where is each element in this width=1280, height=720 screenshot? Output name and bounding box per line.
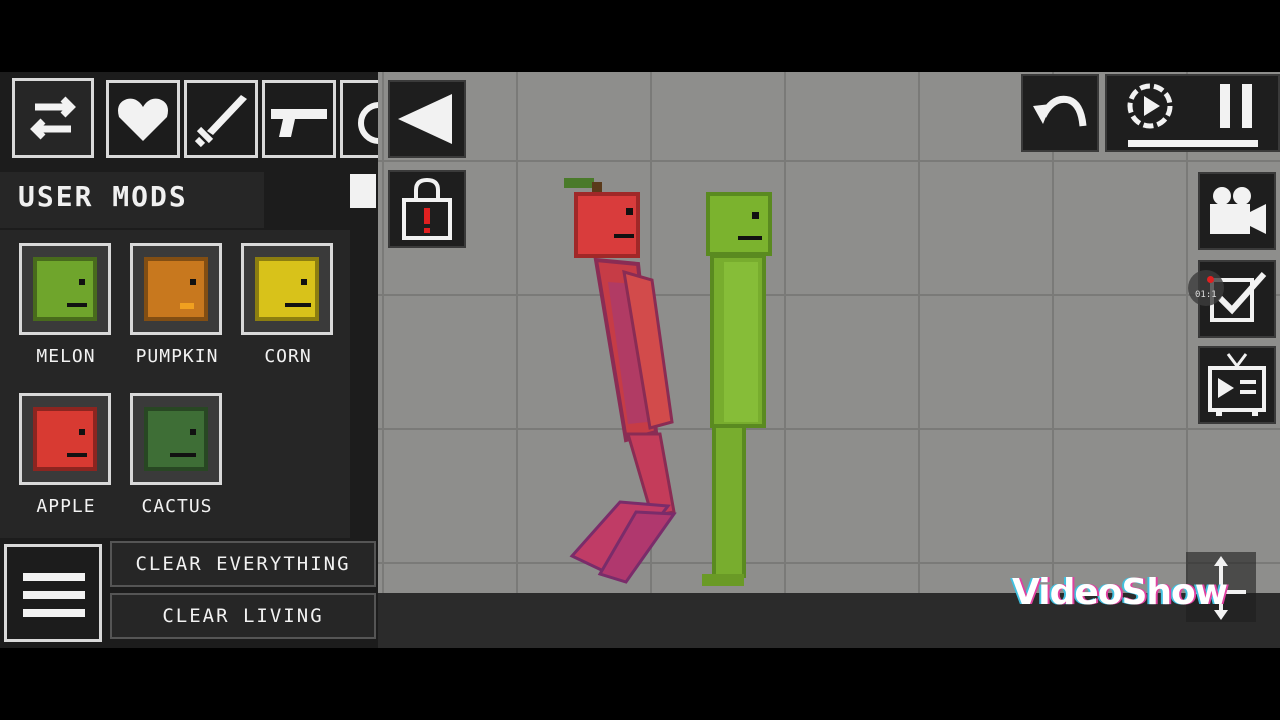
item-corn[interactable] [241, 243, 333, 335]
lock-button[interactable] [388, 170, 466, 248]
triangle-left-icon [398, 94, 452, 144]
camera-icon [1210, 187, 1266, 234]
item-melon[interactable] [19, 243, 111, 335]
camera-button[interactable] [1198, 172, 1276, 250]
melon-leg [712, 424, 746, 578]
item-label-cactus: CACTUS [141, 496, 213, 517]
record-time: 01:1 [1195, 290, 1217, 300]
category-bar [104, 80, 378, 158]
main-menu-button[interactable] [4, 544, 102, 642]
undo-icon [1033, 95, 1087, 127]
undo-button[interactable] [1021, 74, 1099, 152]
category-melee-button[interactable] [184, 80, 258, 158]
letterbox-bottom [0, 648, 1280, 720]
item-label-melon: MELON [36, 346, 96, 367]
clear-living-button[interactable]: CLEAR LIVING [110, 593, 376, 639]
melon-head [706, 192, 772, 256]
melon-head-icon [33, 257, 97, 321]
pause-icon [1220, 84, 1252, 128]
collapse-panel-button[interactable] [388, 80, 466, 158]
category-living-button[interactable] [106, 80, 180, 158]
apple-ragdoll[interactable] [556, 172, 686, 592]
sword-icon [194, 95, 247, 148]
cactus-head-icon [144, 407, 208, 471]
videoshow-watermark: VideoShow [1012, 572, 1228, 613]
item-pumpkin[interactable] [130, 243, 222, 335]
pumpkin-head-icon [144, 257, 208, 321]
record-dot-icon [1207, 276, 1214, 283]
lock-icon [402, 177, 452, 240]
scrollbar-thumb[interactable] [350, 174, 376, 208]
category-firearms-button[interactable] [262, 80, 336, 158]
apple-stem [564, 178, 594, 188]
item-label-apple: APPLE [36, 496, 96, 517]
corn-head-icon [255, 257, 319, 321]
swap-panel-button[interactable] [12, 78, 94, 158]
pause-button[interactable] [1212, 80, 1262, 136]
tv-button[interactable] [1198, 346, 1276, 424]
slow-motion-button[interactable] [1122, 80, 1180, 136]
sandbox-world[interactable] [378, 72, 1280, 648]
heart-icon [118, 98, 168, 141]
clear-everything-button[interactable]: CLEAR EVERYTHING [110, 541, 376, 587]
melon-ragdoll[interactable] [694, 192, 784, 592]
grenade-icon [358, 102, 378, 144]
tv-icon [1208, 353, 1266, 416]
recording-indicator[interactable] [1188, 270, 1224, 306]
item-cactus[interactable] [130, 393, 222, 485]
apple-head-icon [33, 407, 97, 471]
gun-icon [271, 109, 327, 137]
user-mods-title: USER MODS [18, 180, 188, 213]
item-label-pumpkin: PUMPKIN [135, 346, 219, 367]
item-apple[interactable] [19, 393, 111, 485]
apple-head [574, 192, 640, 258]
swap-arrows-icon [30, 96, 76, 140]
category-explosives-button[interactable] [340, 80, 378, 158]
time-scale-bar [1128, 140, 1258, 147]
slow-motion-icon [1127, 83, 1173, 129]
letterbox-top [0, 0, 1280, 72]
item-label-corn: CORN [264, 346, 312, 367]
scrollbar-track[interactable] [350, 172, 378, 538]
